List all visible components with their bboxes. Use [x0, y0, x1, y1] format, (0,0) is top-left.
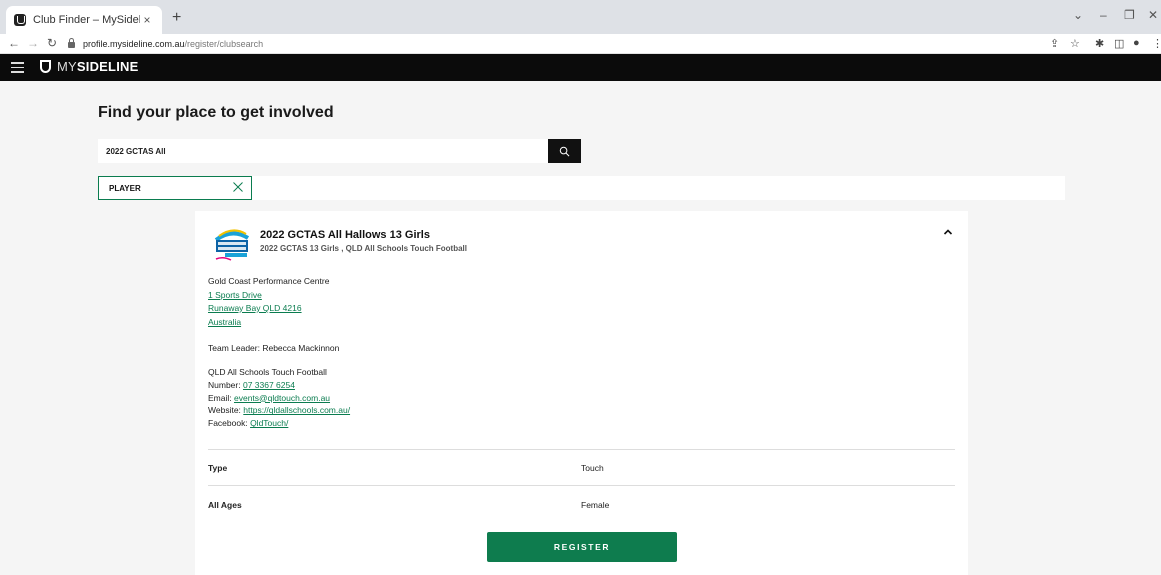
org-name: QLD All Schools Touch Football	[208, 367, 327, 377]
browser-tab[interactable]: Club Finder – MySideline ×	[6, 6, 162, 34]
filter-row: PLAYER	[98, 176, 1065, 200]
search-icon	[559, 146, 570, 156]
shield-icon	[40, 60, 51, 73]
tab-close-icon[interactable]: ×	[140, 13, 154, 27]
gender-value: Female	[581, 500, 610, 510]
club-result-card: 2022 GCTAS All Hallows 13 Girls 2022 GCT…	[195, 211, 968, 575]
type-value: Touch	[581, 463, 604, 473]
filter-chip-player[interactable]: PLAYER	[98, 176, 252, 200]
website-link[interactable]: https://qldallschools.com.au/	[243, 405, 350, 415]
mysideline-favicon-icon	[14, 14, 26, 26]
contact-details: QLD All Schools Touch Football Number: 0…	[208, 366, 350, 430]
email-link[interactable]: events@qldtouch.com.au	[234, 393, 330, 403]
tab-search-icon[interactable]: ⌄	[1073, 8, 1083, 22]
register-button[interactable]: REGISTER	[487, 532, 677, 562]
filter-chip-label: PLAYER	[109, 184, 141, 193]
url-path: /register/clubsearch	[184, 39, 264, 49]
type-label: Type	[208, 463, 228, 473]
phone-link[interactable]: 07 3367 6254	[243, 380, 295, 390]
close-window-icon[interactable]: ✕	[1148, 8, 1158, 22]
remove-filter-icon[interactable]	[232, 181, 244, 193]
site-header: MY SIDELINE	[0, 54, 1161, 81]
profile-icon[interactable]: ●	[1133, 37, 1140, 49]
share-icon[interactable]: ⇪	[1050, 37, 1059, 50]
logo-my: MY	[57, 59, 77, 74]
page-title: Find your place to get involved	[98, 104, 334, 121]
reload-icon[interactable]: ↻	[47, 36, 57, 50]
forward-icon[interactable]: →	[27, 36, 39, 50]
search-button[interactable]	[548, 139, 581, 163]
bookmark-star-icon[interactable]: ☆	[1070, 37, 1080, 50]
ages-label: All Ages	[208, 500, 242, 510]
url-field[interactable]: profile.mysideline.com.au/register/clubs…	[68, 36, 1048, 52]
hamburger-menu-icon[interactable]	[11, 62, 24, 73]
address-bar: ← → ↻ profile.mysideline.com.au/register…	[0, 34, 1161, 54]
facebook-link[interactable]: QldTouch/	[250, 418, 288, 428]
restore-icon[interactable]: ❐	[1124, 8, 1135, 22]
club-name: 2022 GCTAS All Hallows 13 Girls	[260, 229, 430, 241]
logo-sideline: SIDELINE	[76, 59, 139, 74]
address-suburb-link[interactable]: Runaway Bay QLD 4216	[208, 303, 302, 313]
number-label: Number:	[208, 379, 243, 390]
club-subtitle: 2022 GCTAS 13 Girls , QLD All Schools To…	[260, 244, 467, 253]
club-search-input[interactable]	[98, 139, 548, 163]
email-label: Email:	[208, 392, 234, 403]
mysideline-logo[interactable]: MY SIDELINE	[40, 59, 138, 74]
lock-icon	[68, 38, 75, 48]
divider	[208, 449, 955, 450]
url-host: profile.mysideline.com.au	[83, 39, 185, 49]
extensions-icon[interactable]: ✱	[1095, 37, 1104, 50]
tab-title: Club Finder – MySideline	[33, 14, 140, 26]
facebook-label: Facebook:	[208, 418, 251, 429]
venue-address: Gold Coast Performance Centre 1 Sports D…	[208, 275, 329, 329]
side-panel-icon[interactable]: ◫	[1114, 37, 1124, 50]
qld-all-schools-touch-logo-icon	[213, 226, 251, 262]
minimize-icon[interactable]: –	[1100, 8, 1107, 22]
address-street-link[interactable]: 1 Sports Drive	[208, 290, 262, 300]
new-tab-icon[interactable]: +	[172, 9, 181, 27]
venue-name: Gold Coast Performance Centre	[208, 276, 330, 286]
address-country-link[interactable]: Australia	[208, 317, 241, 327]
back-icon[interactable]: ←	[8, 36, 20, 50]
team-leader: Team Leader: Rebecca Mackinnon	[208, 343, 340, 353]
divider	[208, 485, 955, 486]
chevron-up-icon[interactable]	[943, 228, 953, 236]
menu-dots-icon[interactable]: ⋮	[1152, 37, 1161, 50]
browser-tab-bar: Club Finder – MySideline × + ⌄ – ❐ ✕	[0, 0, 1161, 34]
website-label: Website:	[208, 405, 244, 416]
